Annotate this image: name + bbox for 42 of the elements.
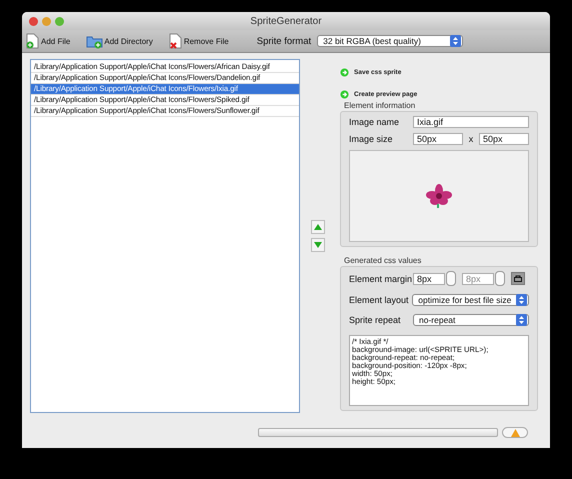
group-title: Generated css values (344, 256, 422, 265)
toolbar-button[interactable]: Add Directory (86, 34, 153, 48)
move-down-button[interactable] (311, 238, 325, 252)
field-label: Sprite format (256, 36, 312, 46)
arrow-circle-icon (340, 68, 349, 77)
field-label: Sprite repeat (349, 315, 402, 325)
toolbar-button[interactable]: Add File (26, 33, 70, 49)
folder-plus-icon (86, 34, 104, 48)
format-popup[interactable]: 32 bit RGBA (best quality) (317, 35, 464, 47)
popup-arrows-icon (450, 35, 462, 47)
name-field[interactable]: Ixia.gif (413, 116, 529, 128)
up-arrow-icon (314, 224, 322, 230)
zoom-button[interactable] (55, 16, 64, 26)
width-field[interactable]: 50px (413, 133, 463, 145)
field-label: Image name (349, 117, 400, 127)
lock-button[interactable] (511, 272, 525, 285)
height-field[interactable]: 50px (479, 133, 529, 145)
field-label: Image size (349, 134, 394, 144)
arrow-circle-icon (340, 90, 349, 99)
group-title: Element information (344, 101, 416, 110)
window-title: SpriteGenerator (250, 16, 322, 26)
move-up-button[interactable] (311, 220, 325, 234)
minimize-button[interactable] (42, 16, 51, 26)
popup-arrows-icon (516, 294, 527, 306)
document-delete-icon (168, 33, 183, 49)
popup-arrows-icon (516, 314, 527, 326)
margin-field[interactable]: 8px (413, 272, 445, 284)
warning-icon (510, 428, 520, 436)
down-arrow-icon (314, 242, 322, 248)
margin-field[interactable]: 8px (462, 272, 494, 284)
field-label: Element layout (349, 295, 410, 305)
repeat-popup[interactable]: no-repeat (413, 314, 529, 326)
layout-popup[interactable]: optimize for best file size (412, 294, 529, 306)
stepper[interactable] (495, 271, 505, 286)
field-label: Element margin (349, 274, 413, 284)
close-button[interactable] (29, 16, 38, 26)
stepper[interactable] (446, 271, 456, 286)
warning-button[interactable] (502, 427, 528, 438)
times-sign: x (468, 134, 474, 144)
toolbar-button[interactable]: Remove File (168, 33, 229, 49)
document-plus-icon (26, 33, 40, 49)
flower-icon (426, 184, 452, 208)
